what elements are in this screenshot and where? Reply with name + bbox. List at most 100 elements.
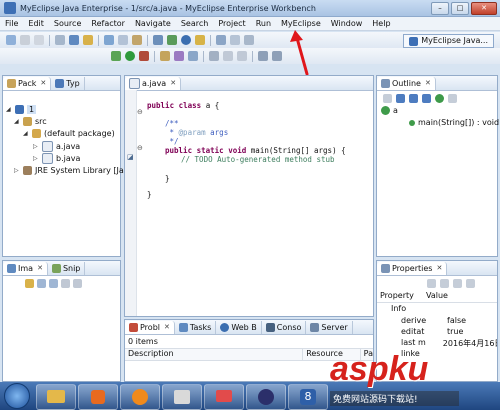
perspective-switcher[interactable]: MyEclipse Java... [403, 34, 494, 48]
properties-group[interactable]: Info [377, 304, 497, 315]
start-button[interactable] [4, 383, 30, 409]
tab-tasks[interactable]: Tasks [175, 320, 217, 334]
tree-item-project[interactable]: ◢ 1 [6, 105, 37, 114]
plugin-icon[interactable] [244, 35, 254, 45]
column-header[interactable]: Description [125, 349, 304, 360]
folder-icon[interactable] [83, 35, 93, 45]
new-interface-icon[interactable] [174, 51, 184, 61]
hide-nonpublic-icon[interactable] [422, 94, 431, 103]
server-icon[interactable] [104, 35, 114, 45]
menu-search[interactable]: Search [176, 19, 213, 28]
next-annotation-icon[interactable] [223, 51, 233, 61]
view-menu-icon[interactable] [448, 94, 457, 103]
tab-snippets[interactable]: Snip [48, 261, 86, 275]
close-tab-icon[interactable]: ✕ [170, 79, 176, 87]
tree-item-src[interactable]: ◢ src [14, 117, 47, 126]
outline-item-class[interactable]: a [381, 106, 398, 115]
search-tool-icon[interactable] [216, 35, 226, 45]
code-line-7[interactable]: } [165, 174, 170, 183]
tab-web-browser[interactable]: Web B [216, 320, 262, 334]
tab-image-preview[interactable]: Ima ✕ [3, 261, 48, 275]
view-menu-icon[interactable] [466, 279, 475, 288]
close-tab-icon[interactable]: ✕ [425, 79, 431, 87]
wizard-icon[interactable] [230, 35, 240, 45]
taskbar-explorer[interactable] [36, 384, 76, 410]
tab-outline[interactable]: Outline ✕ [377, 76, 436, 90]
code-line-8[interactable]: } [147, 190, 152, 199]
menu-navigate[interactable]: Navigate [130, 19, 176, 28]
debug-icon[interactable] [111, 51, 121, 61]
menu-window[interactable]: Window [326, 19, 368, 28]
forward-icon[interactable] [272, 51, 282, 61]
menu-myeclipse[interactable]: MyEclipse [276, 19, 326, 28]
close-tab-icon[interactable]: ✕ [164, 323, 170, 331]
taskbar-myeclipse[interactable]: 8 [288, 384, 328, 410]
fit-icon[interactable] [25, 279, 34, 288]
menu-refactor[interactable]: Refactor [86, 19, 130, 28]
tab-package-explorer[interactable]: Pack ✕ [3, 76, 52, 90]
new-icon[interactable] [6, 35, 16, 45]
close-tab-icon[interactable]: ✕ [436, 264, 442, 272]
tree-item-jre[interactable]: ▷ JRE System Library [Java [14, 166, 133, 175]
close-button[interactable]: ✕ [471, 2, 497, 15]
hide-static-icon[interactable] [409, 94, 418, 103]
tree-item-a-java[interactable]: ▷ a.java [33, 141, 80, 152]
code-line-4[interactable]: */ [165, 137, 179, 146]
code-line-2[interactable]: /** [165, 119, 179, 128]
menu-edit[interactable]: Edit [23, 19, 49, 28]
web-icon[interactable] [195, 35, 205, 45]
property-row[interactable]: derive false [377, 316, 497, 327]
maximize-button[interactable]: □ [451, 2, 469, 15]
menu-run[interactable]: Run [251, 19, 276, 28]
grid-icon[interactable] [61, 279, 70, 288]
tree-item-default-package[interactable]: ◢ (default package) [23, 129, 115, 138]
taskbar-browser[interactable] [120, 384, 160, 410]
code-line-6[interactable]: // TODO Auto-generated method stub [181, 155, 335, 164]
toggle-mark-icon[interactable] [209, 51, 219, 61]
zoom-out-icon[interactable] [49, 279, 58, 288]
sort-icon[interactable] [383, 94, 392, 103]
taskbar-app[interactable] [162, 384, 202, 410]
run-icon[interactable] [125, 51, 135, 61]
fold-collapse-icon[interactable]: ⊖ [137, 144, 143, 152]
globe-icon[interactable] [181, 35, 191, 45]
property-row[interactable]: editat true [377, 327, 497, 338]
tab-a-java[interactable]: a.java ✕ [125, 76, 182, 90]
menu-file[interactable]: File [0, 19, 23, 28]
fold-collapse-icon[interactable]: ⊖ [137, 108, 143, 116]
tab-type-hierarchy[interactable]: Typ [51, 76, 85, 90]
hide-fields-icon[interactable] [396, 94, 405, 103]
new-class-icon[interactable] [160, 51, 170, 61]
external-tools-icon[interactable] [139, 51, 149, 61]
filter-icon[interactable] [440, 279, 449, 288]
build-icon[interactable] [132, 35, 142, 45]
tree-item-b-java[interactable]: ▷ b.java [33, 153, 80, 164]
project-icon[interactable] [69, 35, 79, 45]
view-menu-icon[interactable] [73, 279, 82, 288]
tab-problems[interactable]: Probl ✕ [125, 320, 175, 334]
code-line-5[interactable]: public static void main(String[] args) { [165, 146, 346, 155]
tab-console[interactable]: Conso [262, 320, 307, 334]
prev-annotation-icon[interactable] [237, 51, 247, 61]
close-tab-icon[interactable]: ✕ [37, 264, 43, 272]
menu-help[interactable]: Help [367, 19, 395, 28]
zoom-in-icon[interactable] [37, 279, 46, 288]
print-icon[interactable] [34, 35, 44, 45]
outline-item-method[interactable]: main(String[]) : void [409, 118, 499, 127]
code-line-3[interactable]: * @param args [165, 128, 229, 137]
defaults-icon[interactable] [453, 279, 462, 288]
tab-properties[interactable]: Properties ✕ [377, 261, 448, 275]
menu-source[interactable]: Source [49, 19, 86, 28]
minimize-button[interactable]: – [431, 2, 449, 15]
run-server-icon[interactable] [167, 35, 177, 45]
taskbar-eraser[interactable] [204, 384, 244, 410]
db-icon[interactable] [153, 35, 163, 45]
deploy-icon[interactable] [118, 35, 128, 45]
code-line-1[interactable]: public class a { [147, 101, 219, 110]
categories-icon[interactable] [427, 279, 436, 288]
taskbar-eclipse[interactable] [246, 384, 286, 410]
open-resource-icon[interactable] [188, 51, 198, 61]
menu-project[interactable]: Project [213, 19, 250, 28]
close-tab-icon[interactable]: ✕ [40, 79, 46, 87]
taskbar-media-player[interactable] [78, 384, 118, 410]
